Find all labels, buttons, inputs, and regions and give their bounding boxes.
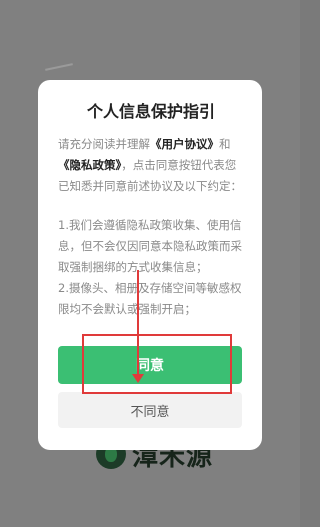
intro-text-1: 请充分阅读并理解 xyxy=(58,137,150,151)
dialog-body: 请充分阅读并理解《用户协议》和《隐私政策》，点击同意按钮代表您已知悉并同意前述协… xyxy=(58,134,244,320)
term-1: 1.我们会遵循隐私政策收集、使用信息，但不会仅因同意本隐私政策而采取强制捆绑的方… xyxy=(58,218,242,274)
privacy-policy-link[interactable]: 《隐私政策》 xyxy=(58,158,121,172)
term-2: 2.摄像头、相册及存储空间等敏感权限均不会默认或强制开启； xyxy=(58,281,242,316)
disagree-button[interactable]: 不同意 xyxy=(58,392,242,428)
intro-paragraph: 请充分阅读并理解《用户协议》和《隐私政策》，点击同意按钮代表您已知悉并同意前述协… xyxy=(58,134,244,197)
dialog-title: 个人信息保护指引 xyxy=(86,102,215,121)
user-agreement-link[interactable]: 《用户协议》 xyxy=(150,137,219,151)
annotation-highlight-box xyxy=(82,334,232,394)
privacy-dialog: 个人信息保护指引 请充分阅读并理解《用户协议》和《隐私政策》，点击同意按钮代表您… xyxy=(38,80,262,450)
intro-text-2: 和 xyxy=(219,137,231,151)
background-decoration xyxy=(45,63,73,71)
